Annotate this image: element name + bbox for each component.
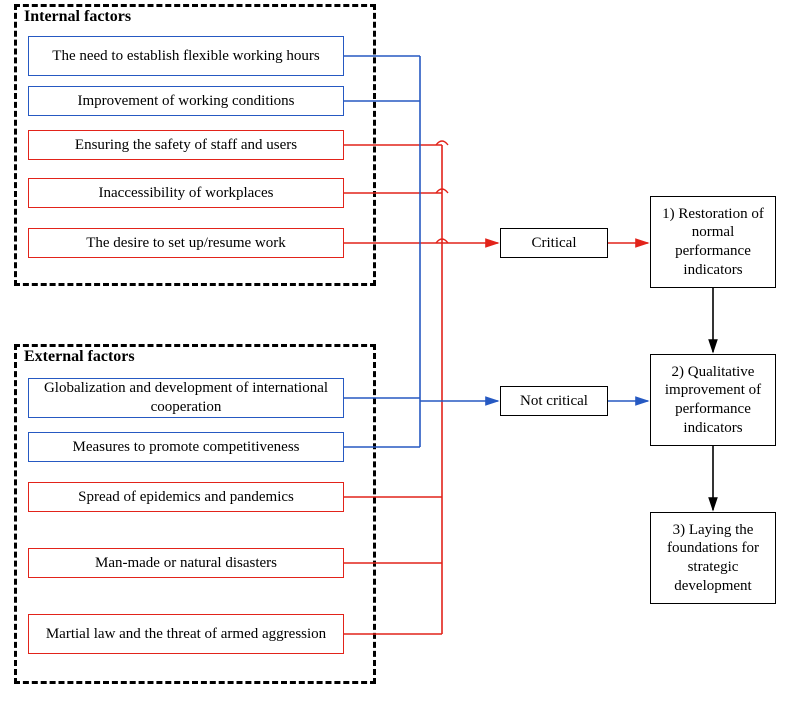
internal-factor-5: The desire to set up/resume work <box>28 228 344 258</box>
critical-box: Critical <box>500 228 608 258</box>
internal-factor-1: The need to establish flexible working h… <box>28 36 344 76</box>
external-factor-1: Globalization and development of interna… <box>28 378 344 418</box>
internal-factor-3: Ensuring the safety of staff and users <box>28 130 344 160</box>
external-factor-4: Man-made or natural disasters <box>28 548 344 578</box>
external-factor-2: Measures to promote competitiveness <box>28 432 344 462</box>
outcome-3: 3) Laying the foundations for strategic … <box>650 512 776 604</box>
not-critical-box: Not critical <box>500 386 608 416</box>
external-factor-5: Martial law and the threat of armed aggr… <box>28 614 344 654</box>
external-factor-3: Spread of epidemics and pandemics <box>28 482 344 512</box>
internal-factor-4: Inaccessibility of workplaces <box>28 178 344 208</box>
outcome-1: 1) Restoration of normal performance ind… <box>650 196 776 288</box>
internal-factor-2: Improvement of working conditions <box>28 86 344 116</box>
outcome-2: 2) Qualitative improvement of performanc… <box>650 354 776 446</box>
